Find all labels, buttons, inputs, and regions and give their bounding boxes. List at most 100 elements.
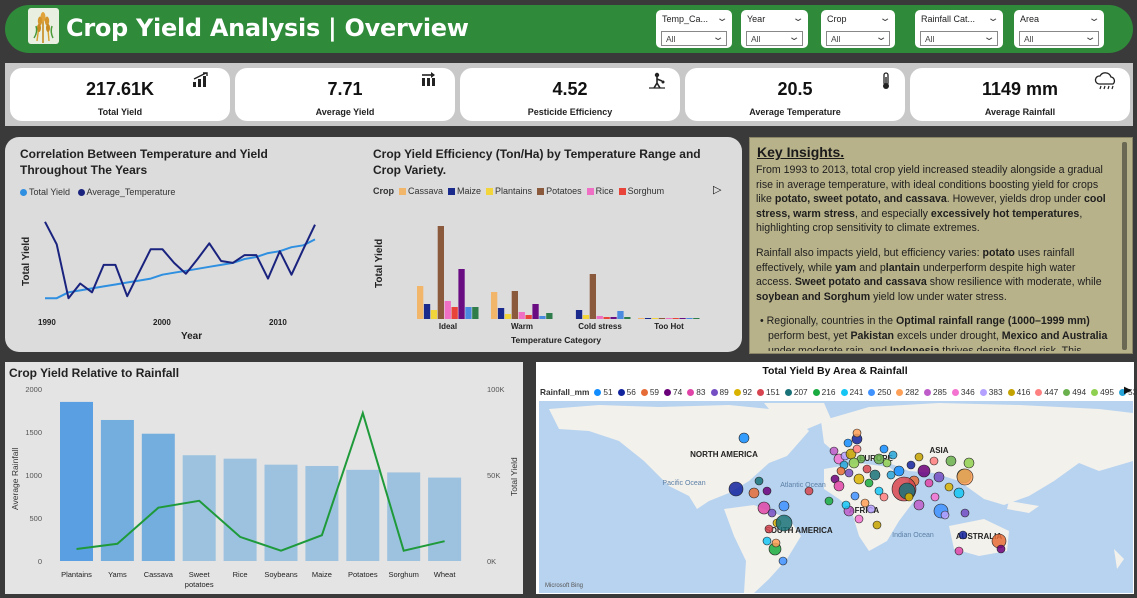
legend-dot [640, 389, 648, 396]
bar [617, 311, 624, 319]
chevron-down-icon[interactable]: ⌄ [987, 13, 1000, 24]
legend-dot [77, 189, 85, 196]
y-tick-label: 2000 [25, 385, 42, 394]
slicer-crop[interactable]: Crop ⌄ All ⌄ [821, 10, 895, 48]
temp-chart-title: Correlation Between Temperature and Yiel… [20, 147, 268, 177]
bar [644, 318, 652, 319]
kpi-value: 4.52 [552, 79, 588, 99]
y-tick-label: 500 [29, 514, 42, 523]
slicer-rainfall-category[interactable]: Rainfall Cat... ⌄ All ⌄ [915, 10, 1003, 48]
temp-yield-line-chart: Total Yield Year 1990 2000 2010 [21, 221, 316, 342]
map-bubble [762, 536, 772, 546]
map-bubble [888, 450, 898, 460]
bar [417, 286, 424, 319]
map-bubble [906, 460, 916, 470]
x-tick-label: Rice [233, 570, 248, 579]
wheat-logo-icon [28, 8, 59, 44]
bar-chart-up-icon [192, 72, 210, 91]
chevron-down-icon: ⌄ [982, 32, 996, 43]
legend-label: Total Yield [29, 187, 71, 197]
map-bubble [954, 546, 964, 556]
map-bubble [852, 444, 862, 454]
legend-next-arrow-icon[interactable]: ▶ [1124, 385, 1132, 396]
slicer-temp-category[interactable]: Temp_Ca... ⌄ All ⌄ [656, 10, 732, 48]
legend-label: Sorghum [627, 186, 665, 196]
chevron-down-icon[interactable]: ⌄ [1088, 13, 1101, 24]
legend-dot [924, 389, 932, 396]
y2-tick-label: 100K [487, 385, 505, 394]
x-tick-label: Sorghum [388, 570, 418, 579]
legend-title: Crop [373, 186, 394, 196]
chevron-down-icon: ⌄ [874, 32, 888, 43]
x-tick-label: Too Hot [654, 322, 684, 331]
bar [679, 318, 686, 319]
slicer-dropdown[interactable]: All ⌄ [826, 31, 890, 46]
world-map[interactable]: NORTH AMERICA EUROPE ASIA AFRICA SOUTH A… [539, 401, 1133, 593]
thermometer-icon [881, 72, 891, 93]
map-bubble [879, 444, 889, 454]
map-bubble [862, 464, 872, 474]
slicer-label: Rainfall Cat... [921, 14, 976, 24]
x-tick-label: Yams [108, 570, 127, 579]
legend-label: Potatoes [546, 186, 582, 196]
kpi-card-average-rainfall: 1149 mm Average Rainfall [910, 68, 1130, 121]
bar [539, 316, 546, 319]
efficiency-bar-chart: Total Yield Temperature Category Ideal Wa… [374, 226, 700, 345]
map-bubble [767, 508, 777, 518]
bar [458, 269, 465, 319]
slicer-dropdown[interactable]: All ⌄ [661, 31, 727, 46]
legend-label: 383 [988, 387, 1003, 397]
ocean-label: Atlantic Ocean [780, 482, 826, 489]
chevron-down-icon[interactable]: ⌄ [879, 13, 892, 24]
y-axis-label: Total Yield [21, 237, 32, 286]
x-tick-label: Sweet [189, 570, 211, 579]
y2-tick-label: 50K [487, 471, 500, 480]
legend-dot [594, 389, 602, 396]
legend-swatch [448, 188, 456, 195]
map-bubble [958, 530, 968, 540]
legend-dot [1007, 389, 1015, 396]
map-bubble [904, 492, 914, 502]
insights-text[interactable]: From 1993 to 2013, total crop yield incr… [756, 163, 1108, 351]
x-tick-label: Plantains [61, 570, 92, 579]
efficiency-chart-title: Crop Yield Efficiency (Ton/Ha) by Temper… [373, 147, 701, 177]
legend-label: 241 [849, 387, 864, 397]
legend-label: Maize [457, 186, 482, 196]
chevron-down-icon[interactable]: ⌄ [792, 13, 805, 24]
region-label: ASIA [929, 446, 948, 455]
bar [491, 292, 498, 319]
legend-label: Cassava [408, 186, 444, 196]
slicer-dropdown[interactable]: All ⌄ [1019, 31, 1099, 46]
legend-next-arrow-icon[interactable]: ▷ [713, 183, 721, 196]
bar [651, 318, 659, 319]
chevron-down-icon[interactable]: ⌄ [716, 13, 729, 24]
legend-swatch [486, 188, 494, 195]
kpi-label: Average Rainfall [984, 107, 1056, 117]
slicer-year[interactable]: Year ⌄ All ⌄ [741, 10, 808, 48]
bar [60, 401, 93, 561]
bar [465, 307, 472, 319]
bar [693, 318, 700, 319]
insights-scrollbar[interactable] [1122, 142, 1127, 350]
bar [672, 318, 679, 319]
legend-label: 282 [905, 387, 920, 397]
legend-dot [784, 389, 792, 396]
map-bubble [945, 455, 957, 467]
legend-dot [868, 389, 876, 396]
y-tick-label: 1500 [25, 428, 42, 437]
bar [423, 304, 431, 319]
map-bubble [960, 508, 970, 518]
x-tick-label: 2010 [269, 318, 287, 327]
bar [589, 274, 596, 319]
slicer-dropdown[interactable]: All ⌄ [746, 31, 803, 46]
slicer-area[interactable]: Area ⌄ All ⌄ [1014, 10, 1104, 48]
bar [511, 291, 518, 319]
kpi-label: Average Yield [315, 107, 375, 117]
legend-title: Rainfall_mm [540, 387, 590, 397]
bar [305, 465, 339, 561]
region-label: SOUTH AMERICA [765, 526, 832, 535]
map-bubble [764, 524, 774, 534]
slicer-dropdown[interactable]: All ⌄ [920, 31, 998, 46]
legend-label: 151 [765, 387, 780, 397]
legend-label: Rice [595, 186, 614, 196]
